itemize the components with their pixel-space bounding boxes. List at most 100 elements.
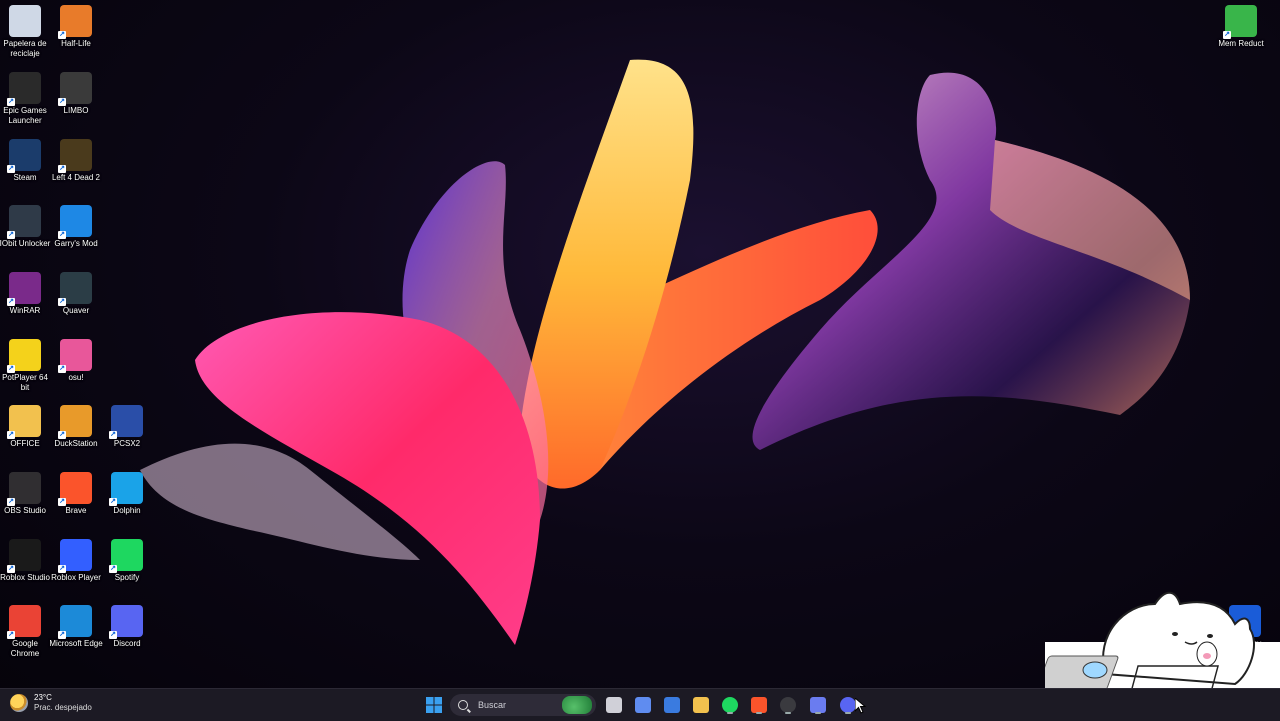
weather-icon bbox=[10, 694, 28, 712]
quaver-icon: ↗ bbox=[58, 272, 92, 306]
shortcut-arrow-icon: ↗ bbox=[7, 98, 15, 106]
running-indicator bbox=[815, 712, 821, 714]
desktop-icon-microsoft-edge[interactable]: ↗ Microsoft Edge bbox=[49, 605, 103, 649]
desktop-icon-label: Quaver bbox=[62, 306, 90, 315]
desktop-icon-dolphin[interactable]: ↗ Dolphin bbox=[102, 472, 152, 516]
desktop-icon-office[interactable]: ↗ OFFICE bbox=[0, 405, 50, 449]
desktop-icon-epic-games-launcher[interactable]: ↗ Epic Games Launcher bbox=[0, 72, 50, 126]
running-indicator bbox=[756, 712, 762, 714]
desktop-icon-google-chrome[interactable]: ↗ Google Chrome bbox=[0, 605, 50, 659]
desktop-icon-winrar[interactable]: ↗ WinRAR bbox=[0, 272, 50, 316]
roblox-player-icon: ↗ bbox=[58, 539, 92, 573]
desktop-icon-osu[interactable]: ↗ osu! bbox=[51, 339, 101, 383]
shortcut-arrow-icon: ↗ bbox=[58, 631, 66, 639]
spotify-icon bbox=[722, 697, 738, 713]
desktop-icon-label: IObit Unlocker bbox=[0, 239, 51, 248]
app-taskbar-button[interactable] bbox=[808, 695, 828, 715]
shortcut-arrow-icon: ↗ bbox=[109, 498, 117, 506]
shortcut-arrow-icon: ↗ bbox=[58, 498, 66, 506]
diamond-icon bbox=[810, 697, 826, 713]
shortcut-arrow-icon: ↗ bbox=[109, 431, 117, 439]
limbo-icon: ↗ bbox=[58, 72, 92, 106]
shortcut-arrow-icon: ↗ bbox=[58, 365, 66, 373]
desktop-icon-label: Garry's Mod bbox=[54, 239, 98, 248]
running-indicator bbox=[785, 712, 791, 714]
duckstation-icon: ↗ bbox=[58, 405, 92, 439]
steam-icon: ↗ bbox=[7, 139, 41, 173]
desktop-icon-discord[interactable]: ↗ Discord bbox=[102, 605, 152, 649]
obs-icon bbox=[780, 697, 796, 713]
desktop-icon-roblox-player[interactable]: ↗ Roblox Player bbox=[51, 539, 101, 583]
desktop-icon-garry-s-mod[interactable]: ↗ Garry's Mod bbox=[51, 205, 101, 249]
task-view-icon bbox=[606, 697, 622, 713]
desktop-icon-left-4-dead-2[interactable]: ↗ Left 4 Dead 2 bbox=[51, 139, 101, 183]
task-view-button[interactable] bbox=[604, 695, 624, 715]
desktop-icon-duckstation[interactable]: ↗ DuckStation bbox=[51, 405, 101, 449]
shortcut-arrow-icon: ↗ bbox=[58, 31, 66, 39]
desktop-icon-label: PCSX2 bbox=[113, 439, 141, 448]
recycle-bin-icon bbox=[9, 5, 41, 37]
desktop-icon-label: Roblox Studio bbox=[0, 573, 50, 582]
discord-icon bbox=[840, 697, 856, 713]
desktop-icon-limbo[interactable]: ↗ LIMBO bbox=[51, 72, 101, 116]
desktop-icon-roblox-studio[interactable]: ↗ Roblox Studio bbox=[0, 539, 50, 583]
obs-studio-icon: ↗ bbox=[7, 472, 41, 506]
shortcut-arrow-icon: ↗ bbox=[58, 298, 66, 306]
weather-widget[interactable]: 23°C Prac. despejado bbox=[10, 693, 92, 713]
roblox-studio-icon: ↗ bbox=[7, 539, 41, 573]
search-box[interactable]: Buscar bbox=[450, 694, 596, 716]
desktop-icon-label: WinRAR bbox=[9, 306, 41, 315]
mouse-cursor bbox=[855, 698, 867, 714]
desktop-icon-steam[interactable]: ↗ Steam bbox=[0, 139, 50, 183]
potplayer-icon: ↗ bbox=[7, 339, 41, 373]
start-button[interactable] bbox=[424, 695, 444, 715]
desktop-icon-label: Left 4 Dead 2 bbox=[51, 173, 101, 182]
desktop-icon-label: OFFICE bbox=[10, 439, 40, 448]
desktop-icon-label: LIMBO bbox=[63, 106, 89, 115]
shortcut-arrow-icon: ↗ bbox=[7, 165, 15, 173]
desktop-icon-label: PotPlayer 64 bit bbox=[2, 373, 48, 392]
spotify-taskbar-button[interactable] bbox=[720, 695, 740, 715]
desktop-icon-label: Microsoft Edge bbox=[49, 639, 103, 648]
desktop-icon-iobit-unlocker[interactable]: ↗ IObit Unlocker bbox=[0, 205, 50, 249]
desktop-icon-obs-studio[interactable]: ↗ OBS Studio bbox=[0, 472, 50, 516]
shortcut-arrow-icon: ↗ bbox=[7, 565, 15, 573]
desktop-icon-label: osu! bbox=[68, 373, 84, 382]
desktop-icon-label: DuckStation bbox=[54, 439, 98, 448]
copilot-button[interactable] bbox=[633, 695, 653, 715]
file-explorer-button[interactable] bbox=[691, 695, 711, 715]
store-button[interactable] bbox=[662, 695, 682, 715]
iobit-unlocker-icon: ↗ bbox=[7, 205, 41, 239]
shortcut-arrow-icon: ↗ bbox=[58, 431, 66, 439]
shortcut-arrow-icon: ↗ bbox=[7, 298, 15, 306]
store-icon bbox=[664, 697, 680, 713]
desktop-icon-mem-reduct[interactable]: ↗ Mem Reduct bbox=[1216, 5, 1266, 49]
desktop-icon-brave[interactable]: ↗ Brave bbox=[51, 472, 101, 516]
folder-icon bbox=[693, 697, 709, 713]
search-placeholder: Buscar bbox=[478, 700, 507, 710]
desktop-icon-potplayer-64-bit[interactable]: ↗ PotPlayer 64 bit bbox=[0, 339, 50, 393]
brave-icon bbox=[751, 697, 767, 713]
desktop-icon-quaver[interactable]: ↗ Quaver bbox=[51, 272, 101, 316]
desktop-icon-label: Spotify bbox=[114, 573, 140, 582]
obs-taskbar-button[interactable] bbox=[778, 695, 798, 715]
desktop-icon-papelera-de-reciclaje[interactable]: Papelera de reciclaje bbox=[0, 5, 50, 59]
shortcut-arrow-icon: ↗ bbox=[58, 231, 66, 239]
desktop-icon-label: Epic Games Launcher bbox=[3, 106, 47, 125]
desktop-icon-half-life[interactable]: ↗ Half-Life bbox=[51, 5, 101, 49]
desktop-icon-pcsx2[interactable]: ↗ PCSX2 bbox=[102, 405, 152, 449]
desktop-icon-label: OBS Studio bbox=[4, 506, 46, 515]
edge-icon: ↗ bbox=[58, 605, 92, 639]
desktop-icon-label: Brave bbox=[65, 506, 87, 515]
shortcut-arrow-icon: ↗ bbox=[58, 165, 66, 173]
epic-games-icon: ↗ bbox=[7, 72, 41, 106]
discord-icon: ↗ bbox=[109, 605, 143, 639]
desktop-icon-label: Discord bbox=[113, 639, 141, 648]
brave-taskbar-button[interactable] bbox=[749, 695, 769, 715]
half-life-icon: ↗ bbox=[58, 5, 92, 39]
desktop-icon-spotify[interactable]: ↗ Spotify bbox=[102, 539, 152, 583]
brave-icon: ↗ bbox=[58, 472, 92, 506]
garrys-mod-icon: ↗ bbox=[58, 205, 92, 239]
left4dead2-icon: ↗ bbox=[58, 139, 92, 173]
desktop-icon-label: Mem Reduct bbox=[1218, 39, 1264, 48]
